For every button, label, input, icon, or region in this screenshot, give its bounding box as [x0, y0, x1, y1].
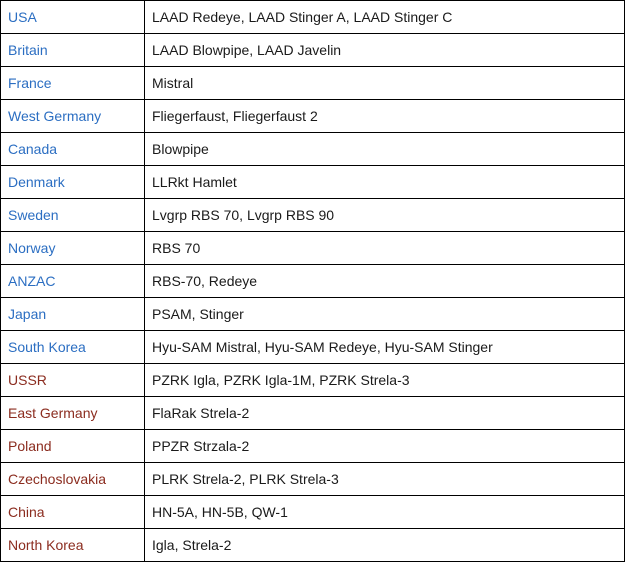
systems-cell: PZRK Igla, PZRK Igla-1M, PZRK Strela-3	[144, 363, 625, 397]
table-row: North Korea Igla, Strela-2	[0, 528, 625, 562]
country-cell: Sweden	[0, 198, 145, 232]
systems-cell: LLRkt Hamlet	[144, 165, 625, 199]
systems-cell: PSAM, Stinger	[144, 297, 625, 331]
table-row: West Germany Fliegerfaust, Fliegerfaust 2	[0, 99, 625, 133]
systems-cell: Mistral	[144, 66, 625, 100]
table-row: Poland PPZR Strzala-2	[0, 429, 625, 463]
table-row: Canada Blowpipe	[0, 132, 625, 166]
systems-cell: PLRK Strela-2, PLRK Strela-3	[144, 462, 625, 496]
country-cell: France	[0, 66, 145, 100]
country-cell: Norway	[0, 231, 145, 265]
systems-cell: Lvgrp RBS 70, Lvgrp RBS 90	[144, 198, 625, 232]
systems-cell: LAAD Blowpipe, LAAD Javelin	[144, 33, 625, 67]
country-cell: South Korea	[0, 330, 145, 364]
country-cell: USA	[0, 0, 145, 34]
systems-cell: LAAD Redeye, LAAD Stinger A, LAAD Stinge…	[144, 0, 625, 34]
country-cell: Canada	[0, 132, 145, 166]
table-row: Norway RBS 70	[0, 231, 625, 265]
systems-cell: Igla, Strela-2	[144, 528, 625, 562]
table-row: Czechoslovakia PLRK Strela-2, PLRK Strela…	[0, 462, 625, 496]
table-row: South Korea Hyu-SAM Mistral, Hyu-SAM Rede…	[0, 330, 625, 364]
country-cell: Britain	[0, 33, 145, 67]
country-cell: North Korea	[0, 528, 145, 562]
systems-cell: HN-5A, HN-5B, QW-1	[144, 495, 625, 529]
systems-cell: RBS-70, Redeye	[144, 264, 625, 298]
table-row: France Mistral	[0, 66, 625, 100]
table-row: Britain LAAD Blowpipe, LAAD Javelin	[0, 33, 625, 67]
country-cell: China	[0, 495, 145, 529]
table-row: Denmark LLRkt Hamlet	[0, 165, 625, 199]
country-cell: Denmark	[0, 165, 145, 199]
systems-cell: Blowpipe	[144, 132, 625, 166]
country-cell: USSR	[0, 363, 145, 397]
table-row: Japan PSAM, Stinger	[0, 297, 625, 331]
table-row: USSR PZRK Igla, PZRK Igla-1M, PZRK Strela…	[0, 363, 625, 397]
systems-cell: PPZR Strzala-2	[144, 429, 625, 463]
country-cell: East Germany	[0, 396, 145, 430]
country-cell: Poland	[0, 429, 145, 463]
table-row: Sweden Lvgrp RBS 70, Lvgrp RBS 90	[0, 198, 625, 232]
table-row: East Germany FlaRak Strela-2	[0, 396, 625, 430]
country-systems-table: USA LAAD Redeye, LAAD Stinger A, LAAD Sti…	[0, 0, 625, 562]
systems-cell: Hyu-SAM Mistral, Hyu-SAM Redeye, Hyu-SAM…	[144, 330, 625, 364]
country-cell: ANZAC	[0, 264, 145, 298]
country-cell: Japan	[0, 297, 145, 331]
systems-cell: RBS 70	[144, 231, 625, 265]
table-row: ANZAC RBS-70, Redeye	[0, 264, 625, 298]
table-row: China HN-5A, HN-5B, QW-1	[0, 495, 625, 529]
table-body: USA LAAD Redeye, LAAD Stinger A, LAAD Sti…	[0, 0, 625, 562]
country-cell: Czechoslovakia	[0, 462, 145, 496]
country-cell: West Germany	[0, 99, 145, 133]
systems-cell: Fliegerfaust, Fliegerfaust 2	[144, 99, 625, 133]
table-row: USA LAAD Redeye, LAAD Stinger A, LAAD Sti…	[0, 0, 625, 34]
systems-cell: FlaRak Strela-2	[144, 396, 625, 430]
